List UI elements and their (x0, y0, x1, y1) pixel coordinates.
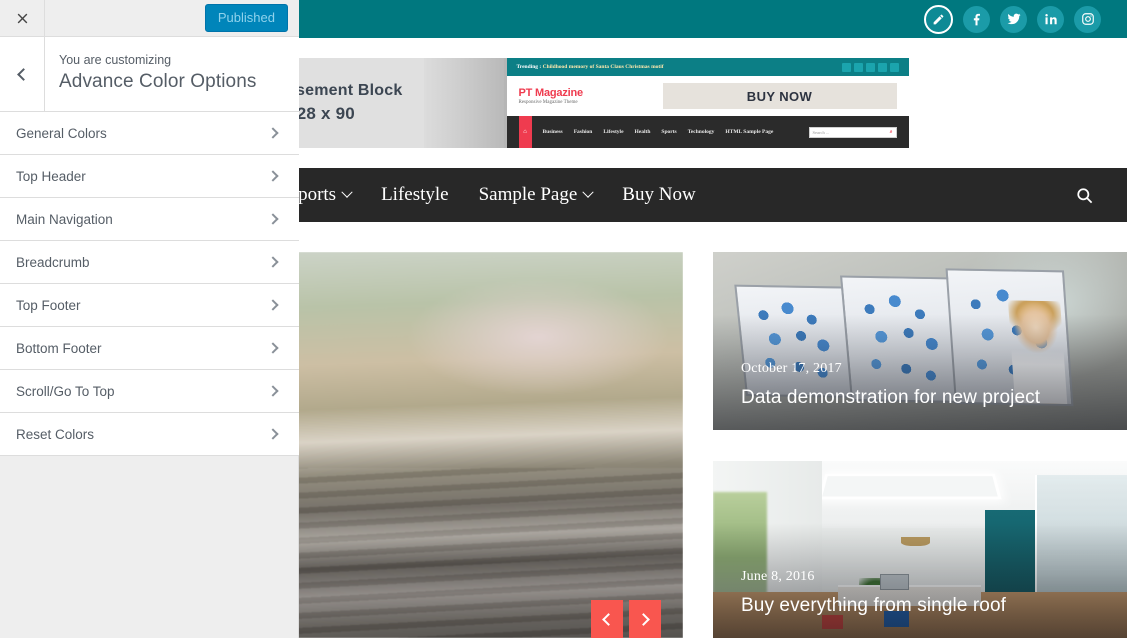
sidebar-item-label: Breadcrumb (16, 254, 90, 270)
customizer-header: Published (0, 0, 299, 37)
sidebar-empty-area (0, 456, 298, 638)
nav-items-group: h Sports Lifestyle Sample Page Buy Now (248, 184, 696, 206)
chevron-right-icon (267, 342, 279, 354)
nav-item-buy-now[interactable]: Buy Now (622, 184, 695, 206)
chevron-right-icon (267, 127, 279, 139)
twitter-icon[interactable] (1000, 5, 1027, 33)
sidebar-item-breadcrumb[interactable]: Breadcrumb (0, 241, 299, 284)
customizer-section-list: General Colors Top Header Main Navigatio… (0, 112, 299, 456)
screenshot-instagram-icon (877, 62, 887, 72)
screenshot-brand: PT Magazine Responsive Magazine Theme (519, 87, 649, 105)
nav-item-label: Buy Now (622, 184, 696, 205)
nav-item-label: Sample Page (478, 184, 578, 205)
screenshot-navbar: ⌂ Business Fashion Lifestyle Health Spor… (506, 116, 909, 148)
screenshot-topbar: Trending : Childhood memory of Santa Cla… (506, 58, 909, 76)
screenshot-buy-now-banner: BUY NOW (662, 83, 897, 109)
screenshot-nav-item: Lifestyle (603, 129, 624, 135)
post-card-date: October 17, 2017 (741, 360, 842, 376)
facebook-icon[interactable] (963, 5, 990, 33)
nav-item-sample-page[interactable]: Sample Page (478, 184, 594, 206)
customizer-title-row: You are customizing Advance Color Option… (0, 37, 299, 112)
sidebar-item-main-navigation[interactable]: Main Navigation (0, 198, 299, 241)
screenshot-facebook-icon (841, 62, 851, 72)
post-card[interactable]: October 17, 2017 Data demonstration for … (713, 252, 1127, 430)
sidebar-item-label: Top Header (16, 168, 86, 184)
close-icon[interactable] (0, 0, 45, 37)
post-cards-column: October 17, 2017 Data demonstration for … (713, 252, 1127, 638)
chevron-down-icon (341, 186, 353, 198)
screenshot-nav-item: Business (542, 129, 563, 135)
panel-title: Advance Color Options (59, 71, 257, 92)
post-card[interactable]: June 8, 2016 Buy everything from single … (713, 460, 1127, 638)
search-icon[interactable] (1061, 168, 1107, 222)
customizer-titles: You are customizing Advance Color Option… (45, 37, 256, 111)
post-card-title[interactable]: Data demonstration for new project (741, 386, 1111, 410)
screenshot-home-icon: ⌂ (518, 116, 532, 148)
screenshot-trending-label: Trending : (516, 64, 542, 70)
sidebar-item-label: Scroll/Go To Top (16, 383, 115, 399)
customizer-screen: st water sports (0, 0, 1127, 638)
sidebar-item-bottom-footer[interactable]: Bottom Footer (0, 327, 299, 370)
linkedin-icon[interactable] (1037, 5, 1064, 33)
nav-item-lifestyle[interactable]: Lifestyle (381, 184, 449, 206)
social-icons-group (924, 0, 1101, 38)
screenshot-nav-item: Technology (687, 129, 715, 135)
screenshot-search-placeholder: Search ... (812, 129, 830, 135)
chevron-right-icon (267, 213, 279, 225)
chevron-right-icon (637, 612, 650, 626)
screenshot-trending: Trending : Childhood memory of Santa Cla… (517, 64, 664, 70)
screenshot-nav-item: Health (634, 129, 651, 135)
advertisement-block[interactable]: Advertisement Block 728 x 90 Trending : … (218, 58, 909, 148)
publish-area: Published (45, 4, 299, 32)
screenshot-social-icons (841, 62, 899, 72)
back-button[interactable] (0, 37, 45, 111)
slider-controls (591, 600, 661, 638)
sidebar-item-label: General Colors (16, 125, 107, 141)
ad-gradient-gap (423, 58, 504, 148)
post-card-body: June 8, 2016 Buy everything from single … (741, 569, 1111, 618)
screenshot-search-field: Search ... ⌕ (808, 126, 897, 138)
post-card-date: June 8, 2016 (741, 569, 815, 585)
screenshot-brand-tagline: Responsive Magazine Theme (518, 100, 578, 105)
publish-button[interactable]: Published (204, 4, 288, 32)
chevron-right-icon (267, 170, 279, 182)
screenshot-twitter-icon (853, 62, 863, 72)
sidebar-item-top-footer[interactable]: Top Footer (0, 284, 299, 327)
customizing-subtitle: You are customizing (59, 53, 172, 67)
screenshot-linkedin-icon (865, 62, 875, 72)
post-card-title[interactable]: Buy everything from single roof (741, 594, 1111, 618)
ad-theme-screenshot: Trending : Childhood memory of Santa Cla… (503, 58, 909, 148)
chevron-left-icon (602, 612, 615, 626)
edit-icon[interactable] (924, 4, 953, 34)
screenshot-nav-item: Sports (661, 129, 677, 135)
slider-next-button[interactable] (629, 600, 661, 638)
customizer-sidebar: Published You are customizing Advance Co… (0, 0, 299, 638)
screenshot-trending-text: Childhood memory of Santa Claus Christma… (542, 64, 664, 70)
sidebar-item-label: Reset Colors (16, 426, 95, 442)
sidebar-item-label: Top Footer (16, 297, 81, 313)
sidebar-item-general-colors[interactable]: General Colors (0, 112, 299, 155)
nav-item-label: Lifestyle (381, 184, 449, 205)
chevron-right-icon (267, 385, 279, 397)
screenshot-brand-name: PT Magazine (518, 87, 584, 99)
chevron-left-icon (17, 67, 30, 81)
chevron-right-icon (267, 428, 279, 440)
screenshot-youtube-icon (889, 62, 899, 72)
sidebar-item-label: Main Navigation (16, 211, 113, 227)
sidebar-item-reset-colors[interactable]: Reset Colors (0, 413, 299, 456)
screenshot-nav-item: HTML Sample Page (725, 129, 774, 135)
sidebar-item-top-header[interactable]: Top Header (0, 155, 299, 198)
chevron-right-icon (267, 256, 279, 268)
sidebar-item-scroll-go-to-top[interactable]: Scroll/Go To Top (0, 370, 299, 413)
slider-prev-button[interactable] (591, 600, 623, 638)
post-card-body: October 17, 2017 Data demonstration for … (741, 361, 1111, 410)
screenshot-search-icon: ⌕ (889, 129, 893, 135)
sidebar-item-label: Bottom Footer (16, 340, 102, 356)
chevron-down-icon (582, 186, 594, 198)
chevron-right-icon (267, 299, 279, 311)
screenshot-brandbar: PT Magazine Responsive Magazine Theme BU… (506, 76, 909, 116)
instagram-icon[interactable] (1074, 5, 1101, 33)
screenshot-nav-item: Fashion (573, 129, 593, 135)
